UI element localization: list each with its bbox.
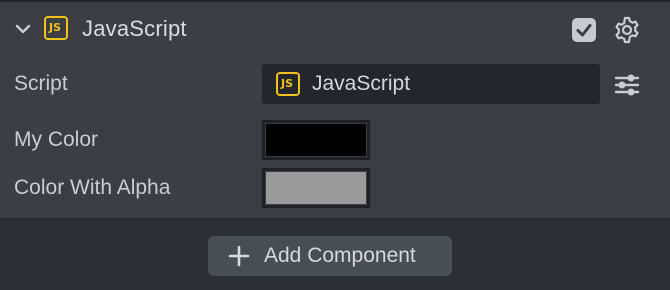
- gear-icon[interactable]: [612, 15, 642, 45]
- sliders-icon[interactable]: [612, 70, 642, 100]
- add-component-label: Add Component: [264, 244, 416, 267]
- script-label: Script: [14, 72, 68, 95]
- js-badge-text: JS: [49, 21, 62, 34]
- component-panel: JS JavaScript Script JS JavaScript My Co…: [0, 0, 670, 219]
- javascript-icon: JS: [276, 72, 300, 96]
- plus-icon: [228, 245, 250, 267]
- panel-divider: [0, 0, 670, 2]
- my-color-swatch[interactable]: [262, 120, 370, 160]
- checkmark-icon: [576, 24, 592, 37]
- enabled-checkbox[interactable]: [572, 18, 596, 42]
- component-title: JavaScript: [82, 16, 187, 41]
- color-with-alpha-fill: [266, 172, 366, 204]
- my-color-fill: [266, 124, 366, 156]
- component-header[interactable]: JS JavaScript: [0, 6, 670, 50]
- javascript-icon: JS: [44, 16, 68, 40]
- add-component-button[interactable]: Add Component: [208, 236, 452, 276]
- my-color-label: My Color: [14, 128, 99, 151]
- script-asset-field[interactable]: JS JavaScript: [262, 64, 600, 104]
- color-with-alpha-swatch[interactable]: [262, 168, 370, 208]
- color-with-alpha-label: Color With Alpha: [14, 176, 171, 199]
- js-badge-text: JS: [281, 77, 294, 90]
- script-field-value: JavaScript: [312, 72, 411, 95]
- chevron-down-icon[interactable]: [14, 20, 32, 38]
